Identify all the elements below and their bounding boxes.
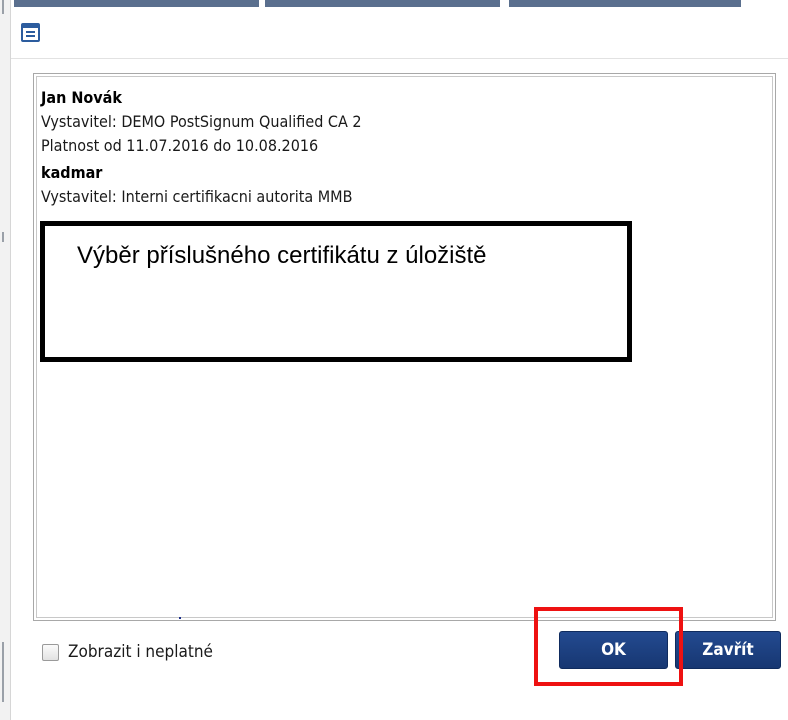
dialog-window-icon: [21, 23, 40, 42]
show-invalid-option[interactable]: Zobrazit i neplatné: [42, 642, 213, 662]
close-button[interactable]: Zavřít: [675, 631, 781, 669]
certificate-name: kadmar: [41, 163, 103, 182]
background-tab: [14, 0, 259, 7]
ok-button[interactable]: OK: [559, 631, 668, 669]
background-tab: [509, 0, 741, 7]
show-invalid-checkbox[interactable]: [42, 643, 59, 661]
certificate-item[interactable]: kadmar Vystavitel: Interni certifikacni …: [41, 161, 352, 209]
callout-text: Výběr příslušného certifikátu z úložiště: [77, 242, 487, 269]
certificate-name: Jan Novák: [41, 88, 122, 107]
list-marker: [179, 617, 181, 619]
show-invalid-label: Zobrazit i neplatné: [68, 642, 213, 662]
annotation-callout: Výběr příslušného certifikátu z úložiště: [40, 221, 632, 362]
header-divider: [11, 58, 788, 59]
background-tab: [265, 0, 500, 7]
background-window-strip: [0, 0, 788, 14]
dialog-left-border: [0, 0, 11, 720]
certificate-issuer: Vystavitel: Interni certifikacni autorit…: [41, 187, 353, 206]
certificate-issuer: Vystavitel: DEMO PostSignum Qualified CA…: [41, 112, 362, 131]
certificate-item[interactable]: Jan Novák Vystavitel: DEMO PostSignum Qu…: [41, 86, 362, 158]
certificate-validity: Platnost od 11.07.2016 do 10.08.2016: [41, 136, 319, 155]
